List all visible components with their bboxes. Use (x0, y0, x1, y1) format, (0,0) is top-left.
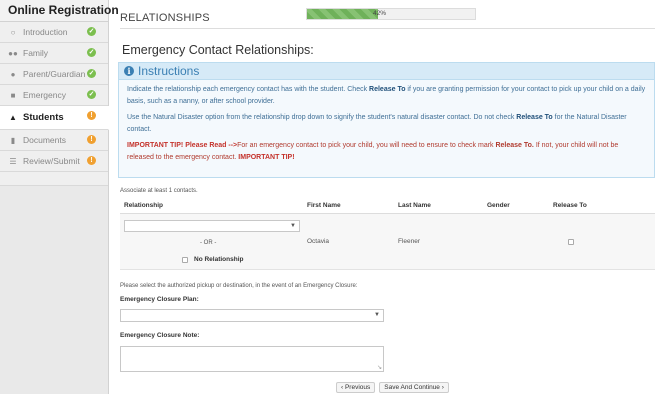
closure-plan-label: Emergency Closure Plan: (120, 296, 199, 303)
instructions-text: For an emergency contact to pick your ch… (237, 142, 496, 149)
caret-down-icon: ▼ (374, 312, 380, 318)
section-title: RELATIONSHIPS (120, 12, 210, 24)
users-icon: ●● (8, 48, 18, 58)
progress-fill (307, 9, 378, 19)
ambulance-icon: ■ (10, 90, 16, 100)
info-icon: i (124, 66, 134, 76)
column-header-gender: Gender (487, 202, 510, 209)
instructions-text: Indicate the relationship each emergency… (127, 86, 370, 93)
page-title: Emergency Contact Relationships: (122, 43, 314, 57)
column-header-release-to: Release To (553, 202, 587, 209)
associate-hint: Associate at least 1 contacts. (120, 188, 198, 194)
table-row: ▼ - OR - No Relationship Octavia Fleener (120, 214, 655, 270)
user-icon: ● (10, 69, 16, 79)
sidebar-item-documents[interactable]: ▮ Documents ! (0, 130, 108, 151)
sidebar-item-label: Students (23, 112, 64, 123)
sidebar-item-label: Emergency (23, 90, 66, 100)
sidebar-item-label: Family (23, 48, 49, 58)
instructions-body: Indicate the relationship each emergency… (119, 80, 654, 163)
check-icon: ✓ (87, 69, 96, 78)
contacts-table-header: Relationship First Name Last Name Gender… (120, 198, 655, 214)
instructions-heading: Instructions (138, 64, 200, 78)
check-icon: ✓ (87, 90, 96, 99)
progress-label: 42% (373, 10, 387, 17)
instructions-bold: Release To (516, 114, 553, 121)
sidebar-item-introduction[interactable]: ○ Introduction ✓ (0, 22, 108, 43)
instructions-paragraph-1: Indicate the relationship each emergency… (127, 84, 646, 107)
important-tip-label: IMPORTANT TIP! Please Read --> (127, 142, 238, 149)
instructions-paragraph-2: Use the Natural Disaster option from the… (127, 112, 646, 135)
sidebar-item-emergency[interactable]: ■ Emergency ✓ (0, 85, 108, 106)
column-header-last-name: Last Name (398, 202, 431, 209)
no-relationship-checkbox[interactable] (182, 256, 188, 263)
sidebar-item-label: Review/Submit (23, 156, 80, 166)
caret-down-icon: ▼ (290, 223, 296, 229)
no-relationship-option[interactable]: No Relationship (182, 256, 243, 263)
sidebar-item-family[interactable]: ●● Family ✓ (0, 43, 108, 64)
sidebar: Online Registration ○ Introduction ✓ ●● … (0, 0, 119, 394)
graduation-cap-icon: ▲ (9, 113, 17, 122)
important-tip-label: IMPORTANT TIP! (238, 153, 295, 161)
sidebar-item-students[interactable]: ▲ Students ! (0, 106, 109, 130)
warning-icon: ! (87, 156, 96, 165)
instructions-header: i Instructions (119, 63, 654, 80)
warning-icon: ! (87, 135, 96, 144)
no-relationship-label: No Relationship (194, 256, 244, 263)
instructions-paragraph-3: IMPORTANT TIP! Please Read -->For an eme… (127, 140, 646, 163)
last-name-cell: Fleener (398, 238, 421, 245)
check-icon: ✓ (87, 27, 96, 36)
main-content: RELATIONSHIPS 42% Emergency Contact Rela… (110, 0, 661, 394)
check-icon: ✓ (87, 48, 96, 57)
sidebar-item-label: Parent/Guardian (23, 69, 86, 79)
instructions-bold: Release To. (495, 142, 534, 149)
instructions-text: Use the Natural Disaster option from the… (127, 114, 517, 121)
lightbulb-icon: ○ (10, 27, 16, 37)
sidebar-item-label: Introduction (23, 27, 68, 37)
form-buttons: ‹ Previous Save And Continue › (336, 382, 449, 393)
list-icon: ☰ (9, 156, 17, 166)
resize-grip-icon: ↘ (376, 365, 382, 371)
divider (120, 28, 655, 29)
closure-note-textarea[interactable]: ↘ (120, 346, 384, 372)
sidebar-spacer (0, 172, 108, 186)
document-icon: ▮ (10, 135, 16, 145)
column-header-relationship: Relationship (124, 202, 164, 209)
closure-note-label: Emergency Closure Note: (120, 332, 200, 339)
sidebar-title: Online Registration (0, 0, 119, 22)
save-and-continue-button[interactable]: Save And Continue › (379, 382, 449, 393)
column-header-first-name: First Name (307, 202, 341, 209)
closure-instructions: Please select the authorized pickup or d… (120, 283, 358, 289)
sidebar-item-review-submit[interactable]: ☰ Review/Submit ! (0, 151, 108, 172)
instructions-bold: Release To (369, 86, 406, 93)
sidebar-item-parent-guardian[interactable]: ● Parent/Guardian ✓ (0, 64, 108, 85)
relationship-select[interactable]: ▼ (124, 220, 300, 232)
release-to-checkbox[interactable] (568, 239, 574, 245)
or-separator: - OR - (200, 240, 217, 246)
warning-icon: ! (87, 111, 96, 120)
first-name-cell: Octavia (307, 238, 330, 245)
sidebar-item-label: Documents (23, 135, 66, 145)
progress-bar: 42% (306, 8, 476, 20)
closure-plan-select[interactable]: ▼ (120, 309, 384, 322)
previous-button[interactable]: ‹ Previous (336, 382, 376, 393)
instructions-panel: i Instructions Indicate the relationship… (118, 62, 655, 178)
